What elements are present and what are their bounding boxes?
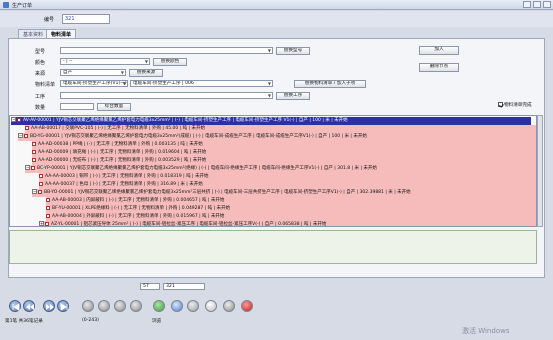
model-label: 型号 xyxy=(35,49,46,55)
item-icon xyxy=(25,125,29,130)
chevron-down-icon: ▼ xyxy=(267,93,271,98)
expand-toggle[interactable]: + xyxy=(39,221,44,226)
collapse-toggle[interactable]: − xyxy=(18,133,23,138)
copy-icon[interactable] xyxy=(114,300,126,312)
next-record-icon[interactable] xyxy=(43,300,55,312)
bom-complete-checkbox[interactable]: 物料清单完成 xyxy=(498,102,532,108)
item-icon xyxy=(38,189,42,194)
tree-row[interactable]: AA-AA-00037 | 色母 | (-) | 无工序 | 无物料清单 | 外… xyxy=(39,181,536,189)
tree-row[interactable]: AA-AD-00038 | PP绳 | (-) | 无工序 | 无物料清单 | … xyxy=(32,141,536,149)
tree-row[interactable]: − AV-AV-00001 | YJV铜芯交联聚乙烯绝缘聚氯乙烯护套电力电缆3x2… xyxy=(11,117,531,125)
process-select[interactable]: ▼ xyxy=(60,92,273,99)
quantity-label: 数量 xyxy=(35,105,46,111)
replace-process-button[interactable]: 替换工序 xyxy=(276,92,310,100)
add-record-icon[interactable] xyxy=(82,300,94,312)
refresh-icon[interactable] xyxy=(130,300,142,312)
tree-row[interactable]: AA-AB-00003 | 内屏蔽料 | (-) | 无工序 | 无物料清单 |… xyxy=(46,197,536,205)
chevron-down-icon: ▼ xyxy=(144,59,148,64)
help-icon[interactable] xyxy=(223,300,235,312)
color-select[interactable]: - | -- ▼ xyxy=(60,58,150,65)
pager-value-2[interactable]: 321 xyxy=(163,283,205,290)
maximize-button[interactable] xyxy=(533,1,541,8)
tree-row[interactable]: AA-AD-00009 | 填充绳 | (-) | 无工序 | 无物料清单 | … xyxy=(32,149,536,157)
bom-tree[interactable]: − AV-AV-00001 | YJV铜芯交联聚乙烯绝缘聚氯乙烯护套电力电缆3x2… xyxy=(9,115,537,227)
tree-row[interactable]: AA-AD-00000 | 无纺布 | (-) | 无工序 | 无物料清单 | … xyxy=(32,157,536,165)
combined-quantity-button[interactable]: 综合数量 xyxy=(97,103,131,111)
item-icon xyxy=(46,213,50,218)
collapse-toggle[interactable]: − xyxy=(25,165,30,170)
search-icon[interactable] xyxy=(171,300,183,312)
item-icon xyxy=(32,157,36,162)
bom-panel: 型号 ▼ 替换型号 颜色 - | -- ▼ 替换颜色 来源 自产 ▼ 替换来源 物料… xyxy=(8,38,545,278)
item-icon xyxy=(45,221,49,226)
tree-row[interactable]: + AZ-YL-00001 | 铝芯紧压导体 25mm² | (-) | 电缆车间… xyxy=(39,221,536,226)
delete-node-button[interactable]: 删除节点 xyxy=(419,63,459,72)
window-title: 生产订单 xyxy=(12,3,33,9)
checkbox-box[interactable] xyxy=(498,102,503,107)
browse-label: 浏览 xyxy=(152,319,162,324)
count-info: (0-243) xyxy=(82,318,99,323)
tab-bom[interactable]: 物料清单 xyxy=(46,29,77,38)
user-icon[interactable] xyxy=(187,300,199,312)
browse-icon[interactable] xyxy=(153,300,165,312)
previous-record-icon[interactable] xyxy=(23,300,35,312)
source-label: 来源 xyxy=(35,71,46,77)
close-button[interactable] xyxy=(543,1,551,8)
bom-label: 物料清单 xyxy=(35,82,56,88)
item-icon xyxy=(31,165,35,170)
chevron-down-icon: ▼ xyxy=(122,81,126,86)
bom-select-2[interactable]: 电缆车间-挤塑生产工序 | 006 ▼ xyxy=(130,80,273,87)
source-select[interactable]: 自产 ▼ xyxy=(60,69,126,76)
delete-record-icon[interactable] xyxy=(98,300,110,312)
item-icon xyxy=(32,149,36,154)
add-button[interactable]: 加入 xyxy=(419,46,459,55)
item-icon xyxy=(39,181,43,186)
replace-bom-button[interactable]: 替换物料清单 / 加入子项 xyxy=(294,80,366,88)
quantity-input[interactable] xyxy=(60,103,94,110)
tree-row[interactable]: − BC-YP-00001 | YJV铜芯交联聚乙烯绝缘聚氯乙烯护套电力电缆3x2… xyxy=(25,165,536,173)
id-field[interactable]: 321 xyxy=(62,14,110,24)
item-icon xyxy=(46,197,50,202)
id-label: 编号 xyxy=(44,17,55,23)
minimize-button[interactable] xyxy=(523,1,531,8)
tab-basic-info[interactable]: 基本资料 xyxy=(18,29,49,38)
collapse-toggle[interactable]: − xyxy=(11,117,16,122)
record-info: 第1笔 共36笔记录 xyxy=(5,319,43,324)
exit-icon[interactable] xyxy=(241,300,253,312)
tree-row[interactable]: BF-YU-00001 | XLPE绝缘料 | (-) | 无工序 | 无物料清… xyxy=(46,205,536,213)
tree-row[interactable]: AA-AA-00003 | 铜带 | (-) | 无工序 | 无物料清单 | 外… xyxy=(39,173,536,181)
title-bar: 生产订单 xyxy=(0,0,553,10)
tree-row[interactable]: AA-AB-00017 | 交联PVC-105 | (-) | 无工序 | 无物… xyxy=(25,125,536,133)
tree-scrollbar[interactable] xyxy=(537,115,543,227)
bom-complete-label: 物料清单完成 xyxy=(504,103,532,108)
item-icon xyxy=(46,205,50,210)
last-record-icon[interactable] xyxy=(57,300,69,312)
replace-color-button[interactable]: 替换颜色 xyxy=(153,58,187,66)
notes-area[interactable] xyxy=(9,230,537,264)
replace-model-button[interactable]: 替换型号 xyxy=(276,47,310,55)
model-select[interactable]: ▼ xyxy=(60,47,273,54)
pager-value-1[interactable]: 57 xyxy=(140,283,160,290)
chevron-down-icon: ▼ xyxy=(267,81,271,86)
print-icon[interactable] xyxy=(205,300,217,312)
item-icon xyxy=(24,133,28,138)
tree-row[interactable]: − BB-YO-00001 | YJV铜芯交联聚乙烯绝缘聚氯乙烯护套电力电缆3x2… xyxy=(32,189,536,197)
process-label: 工序 xyxy=(35,94,46,100)
first-record-icon[interactable] xyxy=(9,300,21,312)
item-icon xyxy=(39,173,43,178)
id-row: 编号 321 xyxy=(0,11,553,27)
item-icon xyxy=(32,141,36,146)
collapse-toggle[interactable]: − xyxy=(32,189,37,194)
color-label: 颜色 xyxy=(35,60,46,66)
chevron-down-icon: ▼ xyxy=(267,48,271,53)
chevron-down-icon: ▼ xyxy=(120,70,124,75)
windows-watermark: 激活 Windows xyxy=(462,327,510,335)
replace-source-button[interactable]: 替换来源 xyxy=(129,69,163,77)
tree-row[interactable]: AA-AB-00004 | 外屏蔽料 | (-) | 无工序 | 无物料清单 |… xyxy=(46,213,536,221)
tree-row[interactable]: − BD-YG-00001 | YJV铜芯交联聚乙烯绝缘聚氯乙烯护套电力电缆3x2… xyxy=(18,133,536,141)
item-icon xyxy=(17,117,21,122)
app-icon xyxy=(3,2,9,8)
bom-select-1[interactable]: 电缆车间-挤塑生产工序(V1(一) ▼ xyxy=(60,80,128,87)
